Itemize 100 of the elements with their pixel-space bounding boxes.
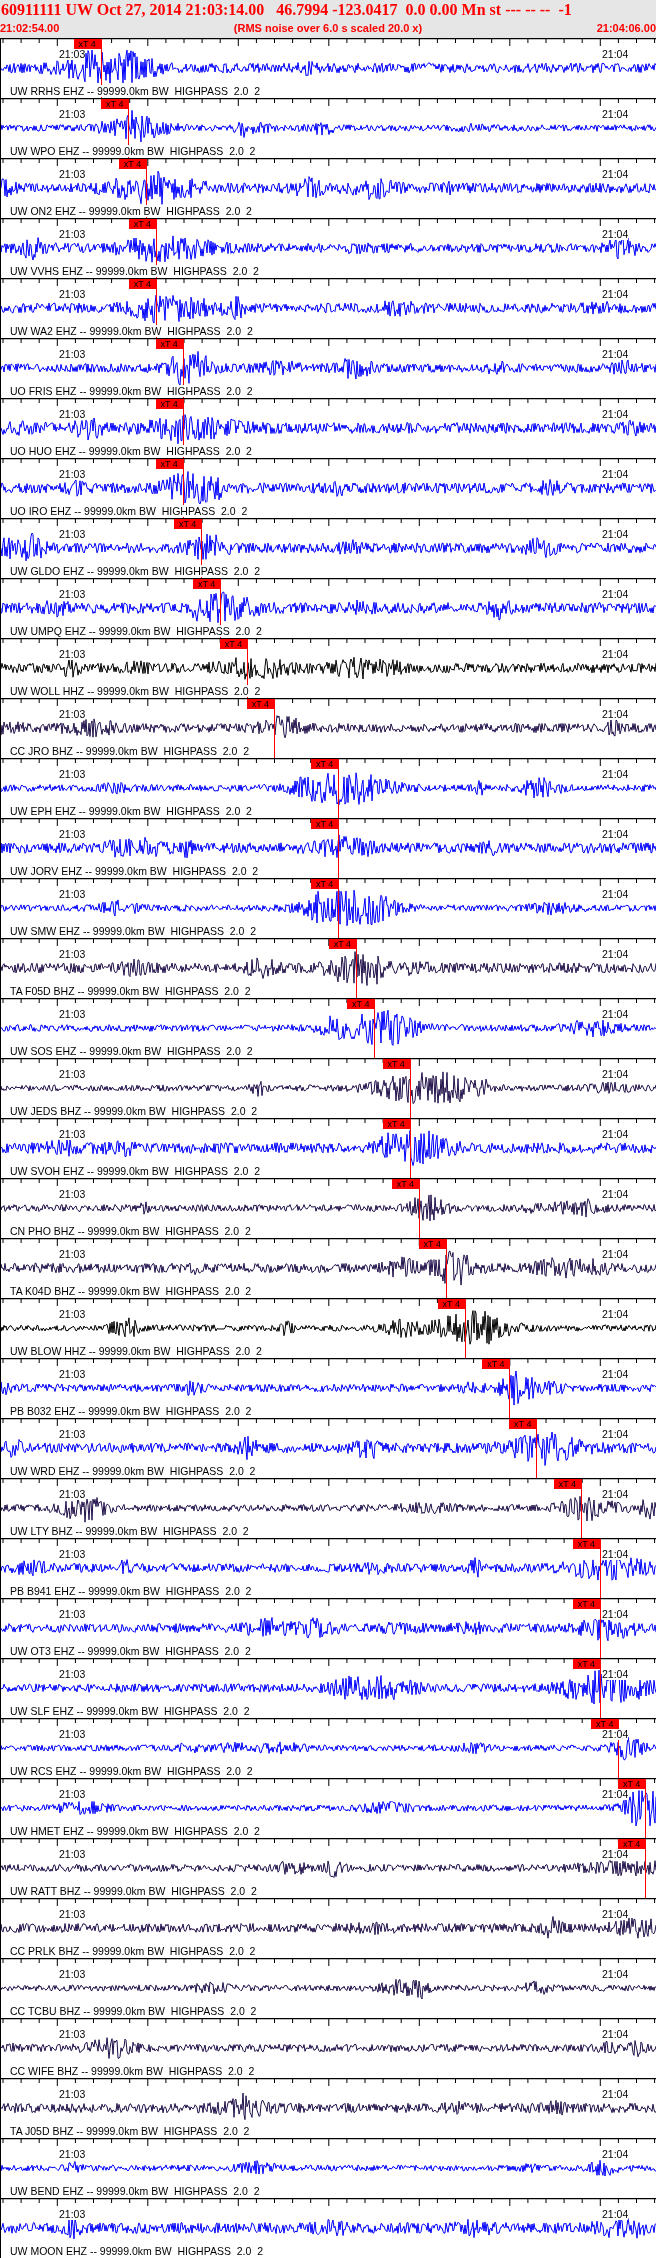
- pick-marker[interactable]: xT 4: [311, 759, 339, 769]
- time-label: 21:03: [59, 109, 86, 120]
- time-label: 21:03: [59, 2029, 86, 2040]
- pick-marker[interactable]: xT 4: [509, 1419, 537, 1429]
- pick-marker[interactable]: xT 4: [193, 579, 221, 589]
- trace-label: UW JEDS BHZ -- 99999.0km BW HIGHPASS 2.0 2: [10, 1105, 258, 1117]
- time-label: 21:03: [59, 2149, 86, 2160]
- pick-marker[interactable]: xT 4: [418, 1239, 446, 1249]
- pick-marker[interactable]: xT 4: [128, 279, 156, 289]
- trace-label: UW MOON EHZ -- 99999.0km BW HIGHPASS 2.0 2: [10, 2245, 264, 2257]
- time-label: 21:04: [602, 1069, 629, 1080]
- pick-marker[interactable]: xT 4: [553, 1479, 581, 1489]
- pick-marker[interactable]: xT 4: [174, 519, 202, 529]
- pick-marker[interactable]: xT 4: [382, 1059, 410, 1069]
- trace-label: UO FRIS EHZ -- 99999.0km BW HIGHPASS 2.0 2: [10, 385, 253, 397]
- time-label: 21:04: [602, 709, 629, 720]
- time-label: 21:03: [59, 649, 86, 660]
- time-label: 21:04: [602, 2149, 629, 2160]
- trace-label: CC WIFE BHZ -- 99999.0km BW HIGHPASS 2.0 2: [10, 2065, 255, 2077]
- trace-label: UW WOLL HHZ -- 99999.0km BW HIGHPASS 2.0 2: [10, 685, 261, 697]
- pick-marker[interactable]: xT 4: [128, 219, 156, 229]
- pick-marker[interactable]: xT 4: [618, 1839, 646, 1849]
- time-label: 21:03: [59, 409, 86, 420]
- time-label: 21:03: [59, 1369, 86, 1380]
- trace-label: UW WRD EHZ -- 99999.0km BW HIGHPASS 2.0 2: [10, 1465, 256, 1477]
- time-label: 21:03: [59, 949, 86, 960]
- time-label: 21:03: [59, 2209, 86, 2220]
- time-label: 21:04: [602, 1969, 629, 1980]
- time-label: 21:03: [59, 709, 86, 720]
- pick-marker[interactable]: xT 4: [572, 1659, 600, 1669]
- time-label: 21:03: [59, 1189, 86, 1200]
- time-label: 21:03: [59, 1429, 86, 1440]
- trace-label: UW RATT BHZ -- 99999.0km BW HIGHPASS 2.0 2: [10, 1885, 257, 1897]
- time-label: 21:03: [59, 169, 86, 180]
- pick-marker[interactable]: xT 4: [572, 1599, 600, 1609]
- time-label: 21:04: [602, 409, 629, 420]
- time-label: 21:03: [59, 1789, 86, 1800]
- time-label: 21:04: [602, 469, 629, 480]
- trace-label: UW EPH EHZ -- 99999.0km BW HIGHPASS 2.0 2: [10, 805, 252, 817]
- time-label: 21:04: [602, 829, 629, 840]
- time-label: 21:03: [59, 529, 86, 540]
- pick-marker[interactable]: xT 4: [311, 819, 339, 829]
- pick-marker[interactable]: xT 4: [328, 939, 356, 949]
- pick-marker[interactable]: xT 4: [391, 1179, 419, 1189]
- pick-marker[interactable]: xT 4: [220, 639, 247, 649]
- time-label: 21:03: [59, 289, 86, 300]
- time-label: 21:04: [602, 949, 629, 960]
- pick-marker[interactable]: xT 4: [73, 39, 101, 49]
- pick-marker[interactable]: xT 4: [618, 1779, 646, 1789]
- pick-marker[interactable]: xT 4: [155, 399, 183, 409]
- time-label: 21:04: [602, 1549, 629, 1560]
- pick-marker[interactable]: xT 4: [155, 339, 183, 349]
- time-label: 21:03: [59, 889, 86, 900]
- pick-marker[interactable]: xT 4: [482, 1359, 510, 1369]
- time-label: 21:04: [602, 109, 629, 120]
- time-label: 21:04: [602, 49, 629, 60]
- time-label: 21:04: [602, 1189, 629, 1200]
- time-label: 21:03: [59, 469, 86, 480]
- time-label: 21:03: [59, 769, 86, 780]
- time-label: 21:04: [602, 1369, 629, 1380]
- time-label: 21:03: [59, 829, 86, 840]
- time-label: 21:04: [602, 289, 629, 300]
- time-label: 21:04: [602, 169, 629, 180]
- pick-marker[interactable]: xT 4: [572, 1539, 600, 1549]
- time-label: 21:03: [59, 1009, 86, 1020]
- time-label: 21:04: [602, 769, 629, 780]
- pick-marker[interactable]: xT 4: [347, 999, 375, 1009]
- pick-marker[interactable]: xT 4: [118, 159, 146, 169]
- time-label: 21:03: [59, 589, 86, 600]
- time-label: 21:04: [602, 2029, 629, 2040]
- trace-label: UW SLF EHZ -- 99999.0km BW HIGHPASS 2.0 2: [10, 1705, 250, 1717]
- pick-marker[interactable]: xT 4: [246, 699, 274, 709]
- time-label: 21:04: [602, 1849, 629, 1860]
- time-label: 21:03: [59, 229, 86, 240]
- time-label: 21:04: [602, 529, 629, 540]
- time-label: 21:04: [602, 1669, 629, 1680]
- pick-marker[interactable]: xT 4: [101, 99, 129, 109]
- pick-marker[interactable]: xT 4: [311, 879, 339, 889]
- trace-label: UW WPO EHZ -- 99999.0km BW HIGHPASS 2.0 2: [10, 145, 256, 157]
- trace-label: UW SVOH EHZ -- 99999.0km BW HIGHPASS 2.0 2: [10, 1165, 261, 1177]
- pick-marker[interactable]: xT 4: [155, 459, 183, 469]
- trace-label: UW VVHS EHZ -- 99999.0km BW HIGHPASS 2.0 2: [10, 265, 259, 277]
- time-label: 21:04: [602, 2089, 629, 2100]
- time-label: 21:03: [59, 1549, 86, 1560]
- time-label: 21:04: [602, 1129, 629, 1140]
- trace-label: UW OT3 EHZ -- 99999.0km BW HIGHPASS 2.0 2: [10, 1645, 251, 1657]
- trace-label: CN PHO BHZ -- 99999.0km BW HIGHPASS 2.0 2: [10, 1225, 251, 1237]
- trace-label: UW JORV EHZ -- 99999.0km BW HIGHPASS 2.0 2: [10, 865, 259, 877]
- start-time: 21:02:54.00: [0, 21, 60, 36]
- pick-marker[interactable]: xT 4: [591, 1719, 619, 1729]
- pick-marker[interactable]: xT 4: [437, 1299, 465, 1309]
- trace-label: UW LTY BHZ -- 99999.0km BW HIGHPASS 2.0 2: [10, 1525, 249, 1537]
- pick-marker[interactable]: xT 4: [382, 1119, 410, 1129]
- time-label: 21:04: [602, 1789, 629, 1800]
- trace-label: CC JRO BHZ -- 99999.0km BW HIGHPASS 2.0 2: [10, 745, 250, 757]
- trace-label: UW BLOW HHZ -- 99999.0km BW HIGHPASS 2.0 2: [10, 1345, 262, 1357]
- time-label: 21:04: [602, 229, 629, 240]
- time-label: 21:04: [602, 649, 629, 660]
- time-label: 21:03: [59, 1849, 86, 1860]
- time-label: 21:03: [59, 1729, 86, 1740]
